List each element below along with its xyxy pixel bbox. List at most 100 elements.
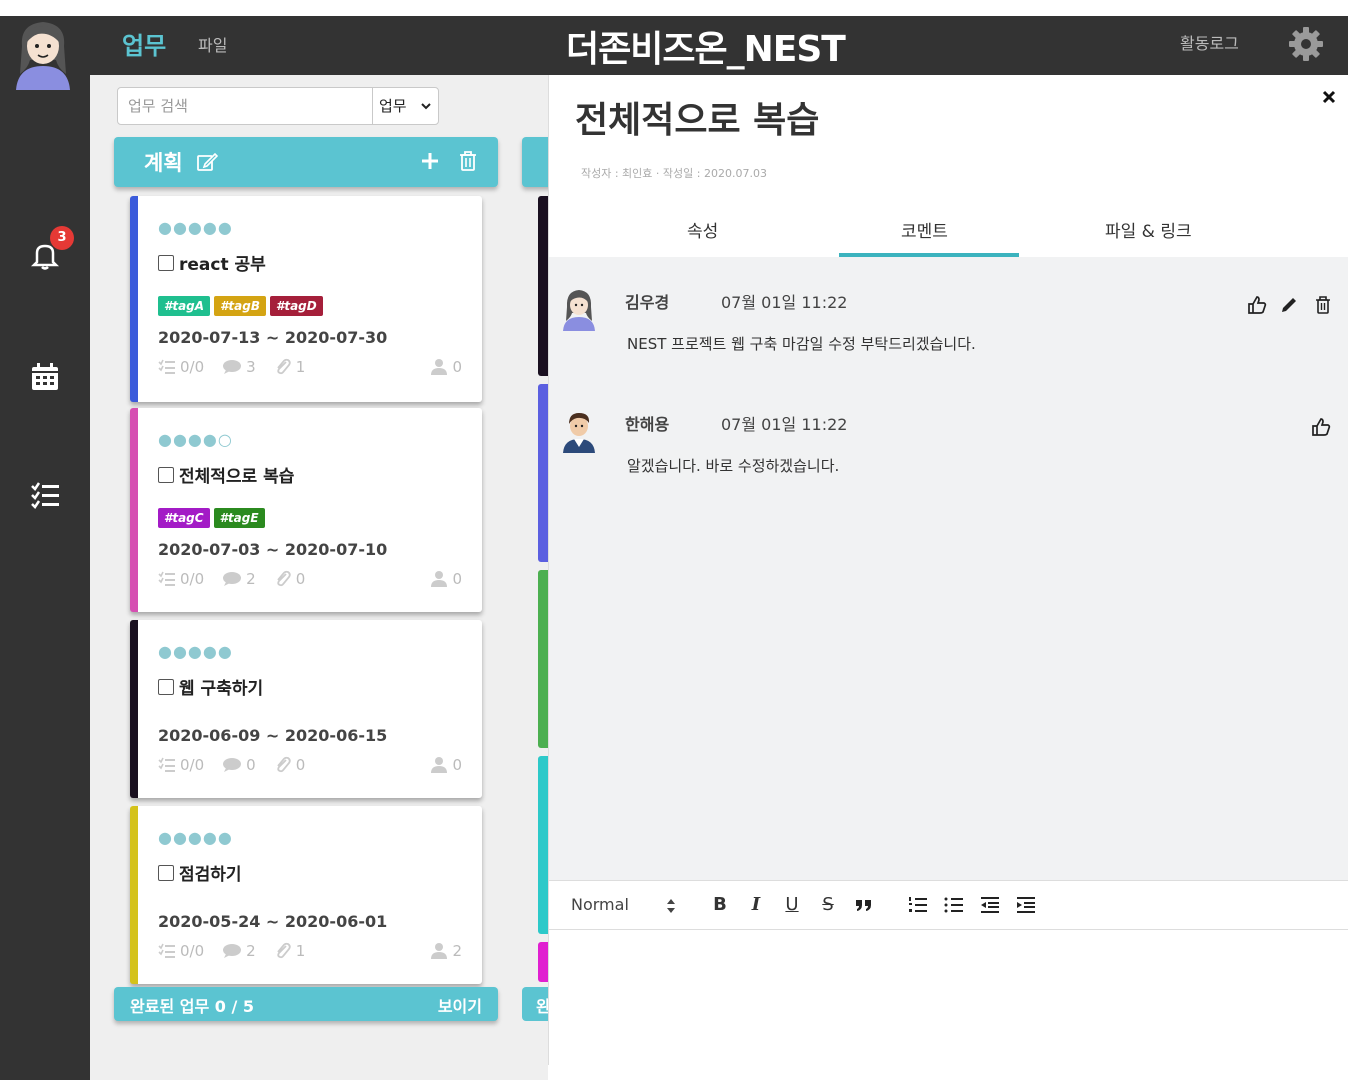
card-edge: [538, 756, 548, 934]
task-checkbox[interactable]: [158, 864, 174, 881]
checklist-count: 0/0: [180, 942, 205, 960]
user-avatar[interactable]: [8, 16, 78, 90]
task-title-text: 전체적으로 복습: [179, 467, 295, 487]
comment-icon: [223, 572, 242, 586]
comment-icon: [223, 944, 242, 958]
italic-button[interactable]: I: [745, 894, 767, 916]
task-dates: 2020-05-24 ~ 2020-06-01: [158, 912, 388, 931]
chevron-down-icon: [421, 103, 431, 110]
assignee-count: 0: [452, 756, 462, 774]
bullet-list-icon[interactable]: [943, 894, 965, 916]
tab-files-links[interactable]: 파일 & 링크: [1105, 217, 1192, 242]
checklist-icon[interactable]: [28, 478, 62, 512]
task-detail-meta: 작성자 : 최인효 · 작성일 : 2020.07.03: [581, 167, 767, 180]
priority-stars: ●●●●●: [158, 828, 233, 847]
tab-comments[interactable]: 코멘트: [901, 217, 948, 242]
edit-icon[interactable]: [196, 151, 218, 173]
search-type-select[interactable]: 업무: [372, 88, 439, 124]
task-checkbox[interactable]: [158, 466, 174, 483]
activity-log-link[interactable]: 활동로그: [1180, 30, 1239, 54]
commenter-name: 김우경: [625, 293, 670, 312]
priority-stars: ●●●●○: [158, 430, 233, 449]
quote-icon[interactable]: [853, 894, 875, 916]
gear-icon[interactable]: [1286, 24, 1326, 64]
commenter-avatar: [563, 290, 595, 331]
strike-button[interactable]: S: [817, 894, 839, 916]
file-count: 1: [295, 358, 306, 376]
tag-badge: #tagD: [269, 296, 323, 316]
thumbs-up-icon[interactable]: [1311, 417, 1331, 437]
comment-item: 김우경 07월 01일 11:22 NEST 프로젝트 웹 구축 마감일 수정 …: [549, 287, 1348, 367]
search-input[interactable]: [128, 95, 368, 117]
plus-icon[interactable]: [418, 149, 442, 173]
indent-icon[interactable]: [1015, 894, 1037, 916]
file-count: 0: [295, 570, 306, 588]
updown-icon[interactable]: [665, 897, 677, 915]
card-edge: [538, 196, 548, 376]
comment-count: 2: [246, 570, 256, 588]
task-meta: 0/0 3 1: [158, 358, 323, 376]
detail-tabs: 속성 코멘트 파일 & 링크: [549, 211, 1348, 257]
task-card[interactable]: ●●●●● 점검하기 2020-05-24 ~ 2020-06-01 0/0 2…: [130, 806, 482, 984]
task-board: 업무 계획 ●●●●● react 공부 #tagA #tagB: [90, 75, 562, 1080]
paperclip-icon: [276, 942, 291, 959]
task-card[interactable]: ●●●●● react 공부 #tagA #tagB #tagD 2020-07…: [130, 196, 482, 402]
close-icon[interactable]: [1321, 89, 1337, 105]
thumbs-up-icon[interactable]: [1247, 295, 1267, 315]
comment-icon: [223, 360, 242, 374]
task-title: 전체적으로 복습: [158, 462, 294, 487]
bold-button[interactable]: B: [709, 894, 731, 916]
task-title: 점검하기: [158, 860, 242, 885]
sidebar: 3: [0, 16, 90, 1080]
task-dates: 2020-07-03 ~ 2020-07-10: [158, 540, 388, 559]
paperclip-icon: [276, 570, 291, 587]
nav-file-tab[interactable]: 파일: [198, 32, 227, 56]
column-footer: 완료된 업무 0 / 5 보이기: [114, 987, 498, 1021]
task-dates: 2020-06-09 ~ 2020-06-15: [158, 726, 388, 745]
assignee-count: 0: [452, 358, 462, 376]
card-edge: [538, 570, 548, 748]
brand-title: 더존비즈온_NEST: [566, 29, 846, 70]
user-icon: [431, 359, 448, 375]
search-type-value: 업무: [379, 97, 407, 115]
task-checkbox[interactable]: [158, 678, 174, 695]
comment-time: 07월 01일 11:22: [721, 293, 848, 312]
panel-header: 전체적으로 복습 작성자 : 최인효 · 작성일 : 2020.07.03 속성…: [549, 75, 1348, 257]
user-icon: [431, 943, 448, 959]
task-dates: 2020-07-13 ~ 2020-07-30: [158, 328, 388, 347]
task-meta: 0/0 0 0: [158, 756, 323, 774]
comment-time: 07월 01일 11:22: [721, 415, 848, 434]
calendar-icon[interactable]: [28, 360, 62, 394]
show-completed-button[interactable]: 보이기: [438, 993, 482, 1017]
user-icon: [431, 571, 448, 587]
commenter-avatar: [563, 413, 595, 453]
top-strip: [0, 0, 1348, 16]
underline-button[interactable]: U: [781, 894, 803, 916]
checklist-icon: [158, 571, 175, 586]
task-card[interactable]: ●●●●● 웹 구축하기 2020-06-09 ~ 2020-06-15 0/0…: [130, 620, 482, 798]
editor-toolbar: Normal B I U S: [549, 880, 1348, 930]
task-title-text: react 공부: [179, 255, 266, 275]
task-card[interactable]: ●●●●○ 전체적으로 복습 #tagC #tagE 2020-07-03 ~ …: [130, 408, 482, 612]
assignee-info: 0: [430, 570, 462, 588]
ordered-list-icon[interactable]: [907, 894, 929, 916]
tab-properties[interactable]: 속성: [687, 217, 718, 242]
assignee-info: 2: [430, 942, 462, 960]
tag-badge: #tagE: [213, 508, 265, 528]
active-tab-indicator: [839, 253, 1019, 257]
comment-editor[interactable]: [549, 930, 1348, 1065]
outdent-icon[interactable]: [979, 894, 1001, 916]
pencil-icon[interactable]: [1279, 295, 1299, 315]
task-title: react 공부: [158, 250, 266, 275]
task-title-text: 웹 구축하기: [179, 679, 264, 699]
format-select[interactable]: Normal: [571, 895, 629, 914]
card-edge: [538, 942, 548, 982]
commenter-name: 한해용: [625, 415, 670, 434]
assignee-info: 0: [430, 756, 462, 774]
tag-badge: #tagA: [158, 296, 211, 316]
trash-icon[interactable]: [1313, 295, 1333, 315]
nav-task-tab[interactable]: 업무: [122, 26, 166, 61]
task-checkbox[interactable]: [158, 254, 174, 271]
assignee-count: 0: [452, 570, 462, 588]
trash-icon[interactable]: [457, 149, 479, 173]
